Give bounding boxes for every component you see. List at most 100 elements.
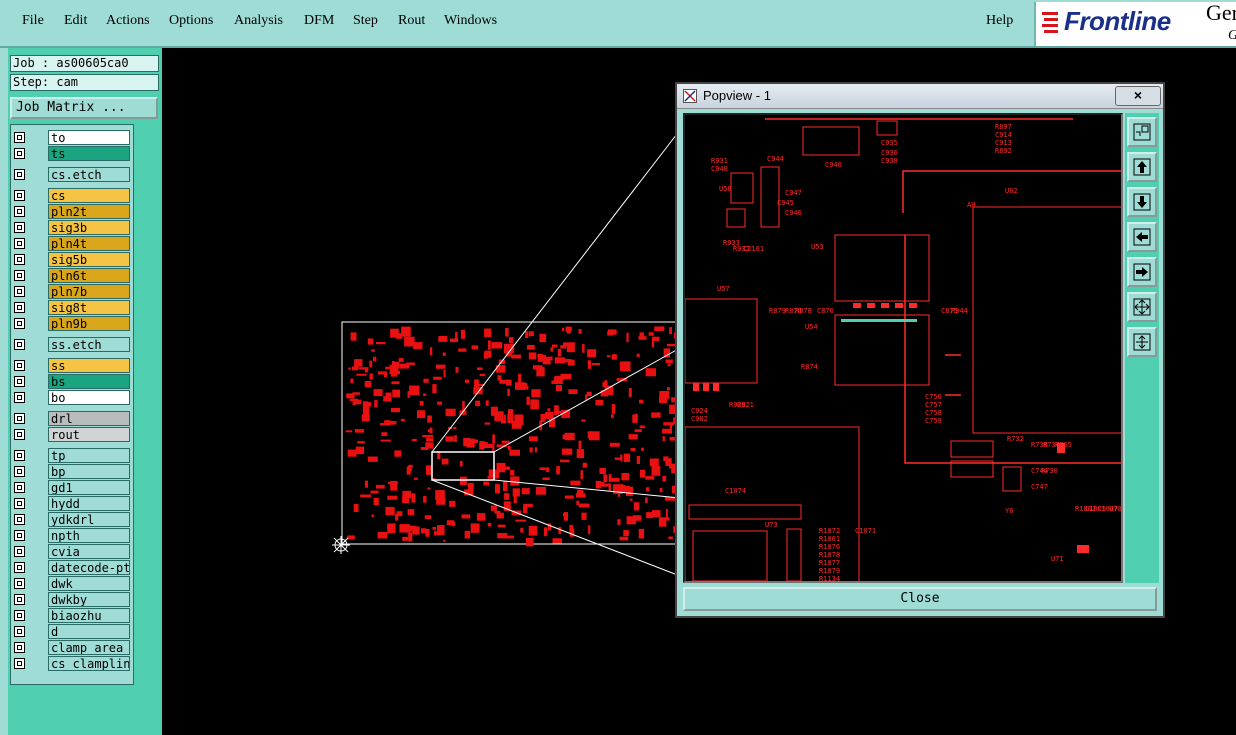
layer-checkbox[interactable]	[14, 514, 25, 525]
layer-row[interactable]: gd1	[12, 480, 132, 495]
layer-checkbox[interactable]	[14, 429, 25, 440]
layer-row[interactable]: clamp_area	[12, 640, 132, 655]
layer-name[interactable]: drl	[48, 411, 130, 426]
layer-name[interactable]: cs_clampline	[48, 656, 130, 671]
layer-checkbox[interactable]	[14, 546, 25, 557]
layer-name[interactable]: biaozhu	[48, 608, 130, 623]
layer-row[interactable]: bs	[12, 374, 132, 389]
menu-dfm[interactable]: DFM	[304, 13, 334, 29]
pan-right-button[interactable]	[1127, 257, 1157, 287]
layer-name[interactable]: d	[48, 624, 130, 639]
layer-checkbox[interactable]	[14, 450, 25, 461]
layer-checkbox[interactable]	[14, 238, 25, 249]
menu-rout[interactable]: Rout	[398, 13, 425, 29]
layer-checkbox[interactable]	[14, 658, 25, 669]
layer-checkbox[interactable]	[14, 498, 25, 509]
layer-row[interactable]: drl	[12, 411, 132, 426]
layer-name[interactable]: ss	[48, 358, 130, 373]
layer-row[interactable]: sig5b	[12, 252, 132, 267]
layer-name[interactable]: pln7b	[48, 284, 130, 299]
layer-name[interactable]: cs.etch	[48, 167, 130, 182]
menu-actions[interactable]: Actions	[106, 13, 150, 29]
layer-checkbox[interactable]	[14, 530, 25, 541]
layer-name[interactable]: cvia	[48, 544, 130, 559]
zoom-fit-button[interactable]	[1127, 117, 1157, 147]
layer-row[interactable]: sig3b	[12, 220, 132, 235]
layer-row[interactable]: cs.etch	[12, 167, 132, 182]
layer-row[interactable]: pln6t	[12, 268, 132, 283]
layer-checkbox[interactable]	[14, 206, 25, 217]
layer-name[interactable]: ts	[48, 146, 130, 161]
layer-row[interactable]: to	[12, 130, 132, 145]
pan-up-button[interactable]	[1127, 152, 1157, 182]
layer-name[interactable]: pln4t	[48, 236, 130, 251]
layer-name[interactable]: bp	[48, 464, 130, 479]
popview-titlebar[interactable]: Popview - 1 ×	[677, 84, 1163, 109]
layer-name[interactable]: bo	[48, 390, 130, 405]
menu-file[interactable]: File	[22, 13, 44, 29]
layer-checkbox[interactable]	[14, 610, 25, 621]
menu-edit[interactable]: Edit	[64, 13, 87, 29]
layer-name[interactable]: datecode-pt	[48, 560, 130, 575]
layer-name[interactable]: pln6t	[48, 268, 130, 283]
layer-checkbox[interactable]	[14, 482, 25, 493]
layer-row[interactable]: dwk	[12, 576, 132, 591]
layer-checkbox[interactable]	[14, 270, 25, 281]
layer-name[interactable]: sig8t	[48, 300, 130, 315]
zoom-in-button[interactable]	[1127, 292, 1157, 322]
layer-row[interactable]: hydd	[12, 496, 132, 511]
layer-checkbox[interactable]	[14, 376, 25, 387]
layer-row[interactable]: ss	[12, 358, 132, 373]
layer-checkbox[interactable]	[14, 360, 25, 371]
layer-checkbox[interactable]	[14, 413, 25, 424]
layer-checkbox[interactable]	[14, 339, 25, 350]
close-icon[interactable]: ×	[1115, 86, 1161, 106]
layer-name[interactable]: dwkby	[48, 592, 130, 607]
layer-checkbox[interactable]	[14, 466, 25, 477]
menu-analysis[interactable]: Analysis	[234, 13, 283, 29]
layer-checkbox[interactable]	[14, 132, 25, 143]
layer-name[interactable]: cs	[48, 188, 130, 203]
layer-row[interactable]: bp	[12, 464, 132, 479]
layer-checkbox[interactable]	[14, 594, 25, 605]
layer-name[interactable]: sig5b	[48, 252, 130, 267]
layer-row[interactable]: cvia	[12, 544, 132, 559]
layer-row[interactable]: d	[12, 624, 132, 639]
layer-checkbox[interactable]	[14, 562, 25, 573]
layer-name[interactable]: to	[48, 130, 130, 145]
layer-row[interactable]: sig8t	[12, 300, 132, 315]
layer-checkbox[interactable]	[14, 578, 25, 589]
layer-row[interactable]: cs_clampline	[12, 656, 132, 671]
menu-options[interactable]: Options	[169, 13, 213, 29]
menu-help[interactable]: Help	[986, 13, 1013, 29]
layer-row[interactable]: biaozhu	[12, 608, 132, 623]
layer-name[interactable]: bs	[48, 374, 130, 389]
layer-name[interactable]: tp	[48, 448, 130, 463]
layer-checkbox[interactable]	[14, 148, 25, 159]
layer-checkbox[interactable]	[14, 392, 25, 403]
layer-name[interactable]: clamp_area	[48, 640, 130, 655]
layer-row[interactable]: tp	[12, 448, 132, 463]
layer-name[interactable]: npth	[48, 528, 130, 543]
popview-canvas[interactable]: C940 C935 C936 C938 R897 C914 C913 R892 R931 C948…	[683, 113, 1123, 583]
layer-checkbox[interactable]	[14, 222, 25, 233]
layer-row[interactable]: datecode-pt	[12, 560, 132, 575]
layer-row[interactable]: dwkby	[12, 592, 132, 607]
layer-row[interactable]: bo	[12, 390, 132, 405]
layer-checkbox[interactable]	[14, 642, 25, 653]
layer-name[interactable]: hydd	[48, 496, 130, 511]
layer-checkbox[interactable]	[14, 626, 25, 637]
layer-checkbox[interactable]	[14, 190, 25, 201]
layer-name[interactable]: gd1	[48, 480, 130, 495]
layer-row[interactable]: pln9b	[12, 316, 132, 331]
menu-windows[interactable]: Windows	[444, 13, 497, 29]
layer-row[interactable]: pln4t	[12, 236, 132, 251]
layer-row[interactable]: ydkdrl	[12, 512, 132, 527]
layer-row[interactable]: cs	[12, 188, 132, 203]
close-button[interactable]: Close	[683, 587, 1157, 611]
pan-left-button[interactable]	[1127, 222, 1157, 252]
layer-name[interactable]: ss.etch	[48, 337, 130, 352]
layer-row[interactable]: pln2t	[12, 204, 132, 219]
menu-step[interactable]: Step	[353, 13, 378, 29]
layer-row[interactable]: pln7b	[12, 284, 132, 299]
